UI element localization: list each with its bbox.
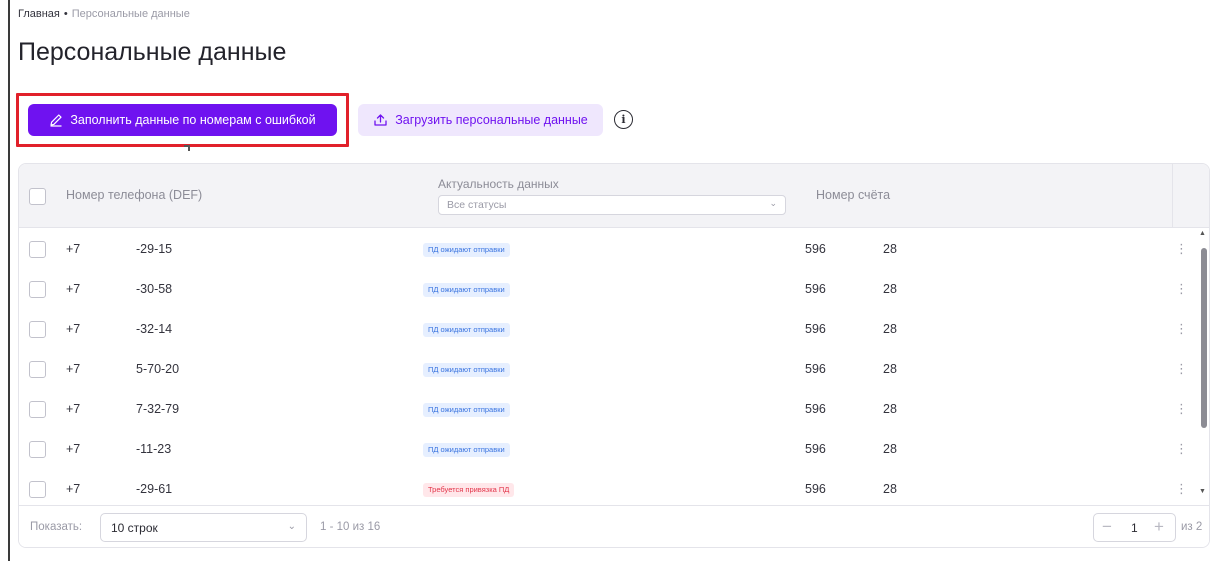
status-badge: ПД ожидают отправки <box>423 243 510 257</box>
phone-number: -29-61 <box>136 482 173 496</box>
account-number-start: 596 <box>805 362 826 376</box>
more-vertical-icon[interactable]: ⋮ <box>1175 241 1188 257</box>
upload-icon <box>374 114 387 126</box>
status-badge: Требуется привязка ПД <box>423 483 515 497</box>
account-number-end: 28 <box>883 362 897 376</box>
upload-button[interactable]: Загрузить персональные данные <box>358 104 603 136</box>
phone-number: -32-14 <box>136 322 173 336</box>
status-badge: ПД ожидают отправки <box>423 443 510 457</box>
row-checkbox[interactable] <box>29 241 46 258</box>
next-page-button[interactable]: + <box>1154 517 1164 537</box>
phone-number: -29-15 <box>136 242 173 256</box>
more-vertical-icon[interactable]: ⋮ <box>1175 481 1188 497</box>
account-number-start: 596 <box>805 482 826 496</box>
row-checkbox[interactable] <box>29 281 46 298</box>
info-icon[interactable]: i <box>614 110 633 129</box>
data-table: Номер телефона (DEF) Актуальность данных… <box>18 163 1210 548</box>
account-number-start: 596 <box>805 242 826 256</box>
account-number-end: 28 <box>883 282 897 296</box>
page-title: Персональные данные <box>18 38 287 66</box>
account-number-end: 28 <box>883 242 897 256</box>
phone-number: 5-70-20 <box>136 362 180 376</box>
column-phone[interactable]: Номер телефона (DEF) <box>66 188 202 202</box>
column-actual: Актуальность данных <box>438 177 559 191</box>
total-pages: из 2 <box>1181 521 1203 533</box>
status-badge: ПД ожидают отправки <box>423 403 510 417</box>
row-checkbox[interactable] <box>29 441 46 458</box>
more-vertical-icon[interactable]: ⋮ <box>1175 321 1188 337</box>
phone-prefix: +7 <box>66 242 81 256</box>
more-vertical-icon[interactable]: ⋮ <box>1175 441 1188 457</box>
pagination: − 1 + <box>1093 513 1176 542</box>
pencil-icon <box>50 114 62 127</box>
phone-number: -30-58 <box>136 282 173 296</box>
breadcrumb-separator: • <box>63 8 68 20</box>
table-header: Номер телефона (DEF) Актуальность данных… <box>19 164 1209 228</box>
phone-prefix: +7 <box>66 402 81 416</box>
range-text: 1 - 10 из 16 <box>320 521 381 533</box>
breadcrumb: Главная • Персональные данные <box>18 8 190 20</box>
rows-per-page-select[interactable]: 10 строк ⌄ <box>100 513 307 542</box>
show-label: Показать: <box>30 521 83 533</box>
phone-prefix: +7 <box>66 282 81 296</box>
scroll-down-icon[interactable]: ▼ <box>1199 488 1206 495</box>
scrollbar-thumb[interactable] <box>1201 248 1207 428</box>
table-row[interactable]: +7 -29-15 ПД ожидают отправки 596 28 ⋮ <box>19 228 1209 268</box>
breadcrumb-current: Персональные данные <box>71 8 190 20</box>
account-number-end: 28 <box>883 322 897 336</box>
status-badge: ПД ожидают отправки <box>423 363 510 377</box>
chevron-down-icon: ⌄ <box>769 198 777 208</box>
row-checkbox[interactable] <box>29 481 46 498</box>
fill-errors-button[interactable]: Заполнить данные по номерам с ошибкой <box>28 104 337 136</box>
breadcrumb-home[interactable]: Главная <box>18 8 60 20</box>
fill-errors-label: Заполнить данные по номерам с ошибкой <box>70 113 316 127</box>
more-vertical-icon[interactable]: ⋮ <box>1175 401 1188 417</box>
corner-mark <box>184 145 190 151</box>
phone-prefix: +7 <box>66 362 81 376</box>
column-account[interactable]: Номер счёта <box>816 188 890 202</box>
phone-number: -11-23 <box>136 442 172 456</box>
more-vertical-icon[interactable]: ⋮ <box>1175 361 1188 377</box>
table-row[interactable]: +7 5-70-20 ПД ожидают отправки 596 28 ⋮ <box>19 348 1209 388</box>
table-footer: Показать: 10 строк ⌄ 1 - 10 из 16 − 1 + … <box>19 505 1209 547</box>
upload-label: Загрузить персональные данные <box>395 113 588 127</box>
prev-page-button[interactable]: − <box>1102 517 1112 537</box>
row-checkbox[interactable] <box>29 361 46 378</box>
account-number-start: 596 <box>805 282 826 296</box>
account-number-start: 596 <box>805 322 826 336</box>
select-all-checkbox[interactable] <box>29 188 46 205</box>
table-row[interactable]: +7 7-32-79 ПД ожидают отправки 596 28 ⋮ <box>19 388 1209 428</box>
table-row[interactable]: +7 -32-14 ПД ожидают отправки 596 28 ⋮ <box>19 308 1209 348</box>
account-number-end: 28 <box>883 482 897 496</box>
status-filter-value: Все статусы <box>447 199 507 211</box>
account-number-end: 28 <box>883 442 897 456</box>
more-vertical-icon[interactable]: ⋮ <box>1175 281 1188 297</box>
phone-prefix: +7 <box>66 482 81 496</box>
status-badge: ПД ожидают отправки <box>423 283 510 297</box>
chevron-down-icon: ⌄ <box>287 521 296 532</box>
table-row[interactable]: +7 -29-61 Требуется привязка ПД 596 28 ⋮ <box>19 468 1209 508</box>
account-number-start: 596 <box>805 402 826 416</box>
rows-per-page-value: 10 строк <box>111 521 158 535</box>
table-row[interactable]: +7 -11-23 ПД ожидают отправки 596 28 ⋮ <box>19 428 1209 468</box>
scroll-up-icon[interactable]: ▲ <box>1199 230 1206 237</box>
status-badge: ПД ожидают отправки <box>423 323 510 337</box>
row-checkbox[interactable] <box>29 401 46 418</box>
phone-prefix: +7 <box>66 322 81 336</box>
table-row[interactable]: +7 -30-58 ПД ожидают отправки 596 28 ⋮ <box>19 268 1209 308</box>
phone-number: 7-32-79 <box>136 402 180 416</box>
header-divider <box>1172 164 1173 228</box>
phone-prefix: +7 <box>66 442 81 456</box>
row-checkbox[interactable] <box>29 321 46 338</box>
current-page[interactable]: 1 <box>1131 521 1138 535</box>
account-number-start: 596 <box>805 442 826 456</box>
account-number-end: 28 <box>883 402 897 416</box>
status-filter-select[interactable]: Все статусы ⌄ <box>438 195 786 215</box>
